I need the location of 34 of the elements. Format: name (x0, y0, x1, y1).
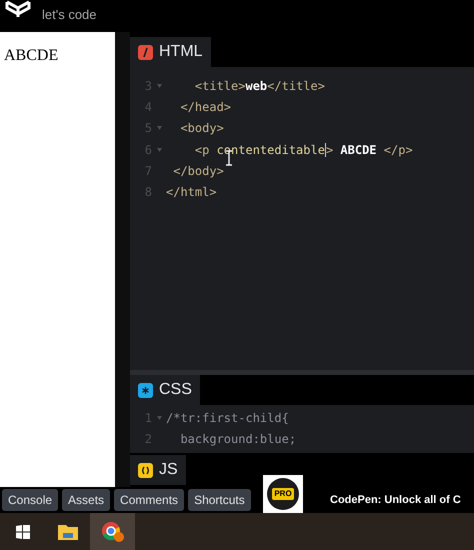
asterisk-icon (138, 382, 153, 398)
cube-logo-icon[interactable] (4, 0, 32, 18)
code-line: <title>web</title> (194, 78, 325, 95)
code-line: background:blue; (179, 430, 296, 448)
editor-tab[interactable]: CSS (130, 375, 200, 405)
fold-arrow-icon[interactable] (156, 84, 162, 88)
editor-tab[interactable]: HTML (130, 37, 211, 67)
footer-button[interactable]: Shortcuts (188, 489, 251, 511)
code-line: <p contenteditable> ABCDE </p> (194, 142, 413, 159)
browser-icon (100, 520, 124, 542)
tab-title: HTML (159, 42, 203, 62)
editor-tab[interactable]: JS (130, 455, 186, 485)
pro-badge: PRO (272, 488, 294, 500)
code-line: <body> (179, 120, 224, 138)
fold-arrow-icon[interactable] (156, 416, 162, 420)
tab-title: JS (159, 460, 178, 480)
footer-button[interactable]: Comments (114, 489, 184, 511)
header-title: let's code (42, 6, 97, 24)
code-line: </head> (179, 98, 232, 116)
slash-icon (138, 44, 153, 60)
preview-text: ABCDE (4, 47, 58, 64)
promo-text[interactable]: CodePen: Unlock all of C (330, 492, 461, 508)
footer-button[interactable]: Assets (62, 489, 110, 511)
footer-button[interactable]: Console (2, 489, 58, 511)
braces-icon (138, 462, 153, 478)
fold-arrow-icon[interactable] (156, 126, 162, 130)
tab-title: CSS (159, 380, 192, 400)
code-line: </html> (166, 184, 217, 202)
folder-icon[interactable] (58, 524, 78, 540)
code-line: </body> (172, 162, 224, 180)
code-line: /*tr:first-child{ (166, 410, 289, 427)
browser-taskbar-button[interactable] (90, 513, 135, 550)
fold-arrow-icon[interactable] (156, 148, 162, 152)
windows-icon[interactable] (16, 524, 30, 538)
